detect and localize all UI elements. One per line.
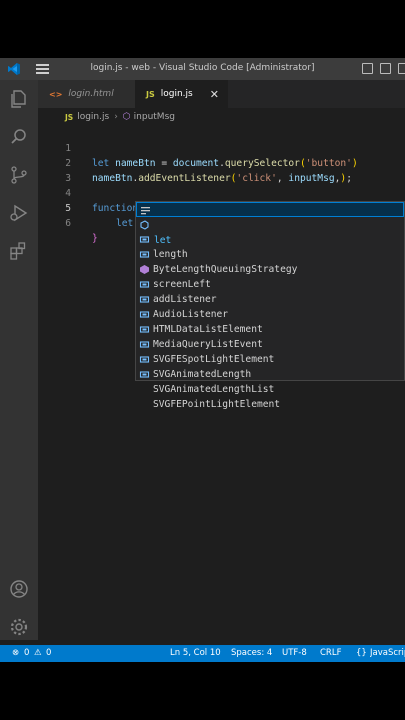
code-text: nameBtn.addEventListener('click', inputM… (92, 173, 352, 184)
breadcrumb-file[interactable]: login.js (77, 112, 109, 122)
indentation[interactable]: Spaces: 4 (231, 648, 272, 658)
tab-label: login.js (160, 89, 193, 99)
warning-count[interactable]: 0 (46, 648, 51, 658)
tab-login-html[interactable]: <> login.html (38, 80, 135, 108)
encoding[interactable]: UTF-8 (282, 648, 307, 658)
suggestion-widget: let length ByteLengthQueuingStrategy scr… (135, 201, 405, 410)
keyword-icon (141, 207, 150, 215)
variable-icon (139, 251, 150, 258)
suggestion-item[interactable]: SVGFESpotLightElement (136, 322, 404, 365)
suggestion-label: SVGAnimatedLengthList (153, 384, 275, 395)
run-debug-icon[interactable] (8, 202, 30, 224)
toggle-sidebar-icon[interactable] (362, 63, 373, 74)
variable-icon (139, 371, 150, 378)
variable-icon (139, 236, 150, 243)
error-icon[interactable]: ⊗ (12, 648, 19, 658)
suggestion-item[interactable]: HTMLDataListElement (136, 292, 404, 335)
braces-icon: {} (356, 648, 367, 658)
code-line: 4 function inputMsg(){ (38, 171, 207, 214)
language-mode[interactable]: JavaScript (370, 648, 405, 658)
code-line-current: 5 let n (38, 186, 146, 229)
variable-icon (139, 356, 150, 363)
search-icon[interactable] (8, 126, 30, 148)
variable-icon (139, 311, 150, 318)
source-control-icon[interactable] (8, 164, 30, 186)
cursor-position[interactable]: Ln 5, Col 10 (170, 648, 221, 658)
toggle-panel-icon[interactable] (380, 63, 391, 74)
suggestion-item[interactable]: SVGFEPointLightElement (136, 367, 404, 410)
suggestion-item[interactable]: AudioListener (136, 277, 404, 320)
code-text: let nameBtn = document.querySelector('bu… (92, 158, 358, 169)
suggestion-item[interactable]: SVGAnimatedLengthList (136, 352, 404, 395)
suggestion-item[interactable]: addListener (136, 262, 404, 305)
code-line: 2 nameBtn.addEventListener('click', inpu… (38, 141, 352, 184)
warning-icon[interactable]: ⚠ (34, 648, 42, 658)
variable-icon (139, 281, 150, 288)
tab-label: login.html (68, 89, 114, 99)
vscode-window: login.js - web - Visual Studio Code [Adm… (0, 58, 405, 662)
code-line: 1 let nameBtn = document.querySelector('… (38, 126, 358, 169)
code-text: } (92, 233, 98, 244)
code-line: 3 (38, 156, 73, 184)
account-icon[interactable] (8, 578, 30, 600)
files-icon[interactable] (8, 88, 30, 110)
variable-icon (139, 296, 150, 303)
suggestion-item-selected[interactable]: let (136, 202, 404, 246)
suggestion-label: SVGFEPointLightElement (153, 399, 281, 410)
breadcrumb: JS login.js › ⬡ inputMsg (38, 108, 405, 126)
code-line: 6 } (38, 201, 98, 244)
suggestion-item[interactable]: MediaQueryListEvent (136, 307, 404, 350)
variable-icon (139, 341, 150, 348)
line-ending[interactable]: CRLF (320, 648, 341, 658)
suggestion-item[interactable]: length (136, 217, 404, 260)
layout-icon[interactable] (398, 63, 405, 74)
suggestion-item[interactable]: ByteLengthQueuingStrategy (136, 232, 404, 275)
activity-bar (0, 80, 38, 640)
tab-login-js[interactable]: JS login.js ✕ (135, 80, 228, 108)
js-file-icon: JS (65, 112, 74, 122)
extensions-icon[interactable] (8, 240, 30, 262)
suggestion-item[interactable]: SVGAnimatedLength (136, 337, 404, 380)
error-count[interactable]: 0 (24, 648, 29, 658)
method-icon (140, 265, 149, 274)
status-bar: ⊗ 0 ⚠ 0 Ln 5, Col 10 Spaces: 4 UTF-8 CRL… (0, 645, 405, 662)
variable-icon (139, 326, 150, 333)
settings-gear-icon[interactable] (8, 616, 30, 638)
editor-tabs: <> login.html JS login.js ✕ (38, 80, 405, 108)
close-icon[interactable]: ✕ (210, 88, 219, 101)
window-title: login.js - web - Visual Studio Code [Adm… (90, 63, 315, 73)
breadcrumb-symbol[interactable]: inputMsg (134, 112, 175, 122)
field-icon (140, 220, 149, 230)
function-icon: ⬡ (122, 112, 131, 122)
js-file-icon: JS (146, 89, 155, 99)
html-file-icon: <> (49, 89, 63, 99)
line-number: 6 (65, 218, 71, 229)
title-bar: login.js - web - Visual Studio Code [Adm… (0, 58, 405, 80)
suggestion-item[interactable]: screenLeft (136, 247, 404, 290)
chevron-right-icon: › (114, 112, 118, 122)
